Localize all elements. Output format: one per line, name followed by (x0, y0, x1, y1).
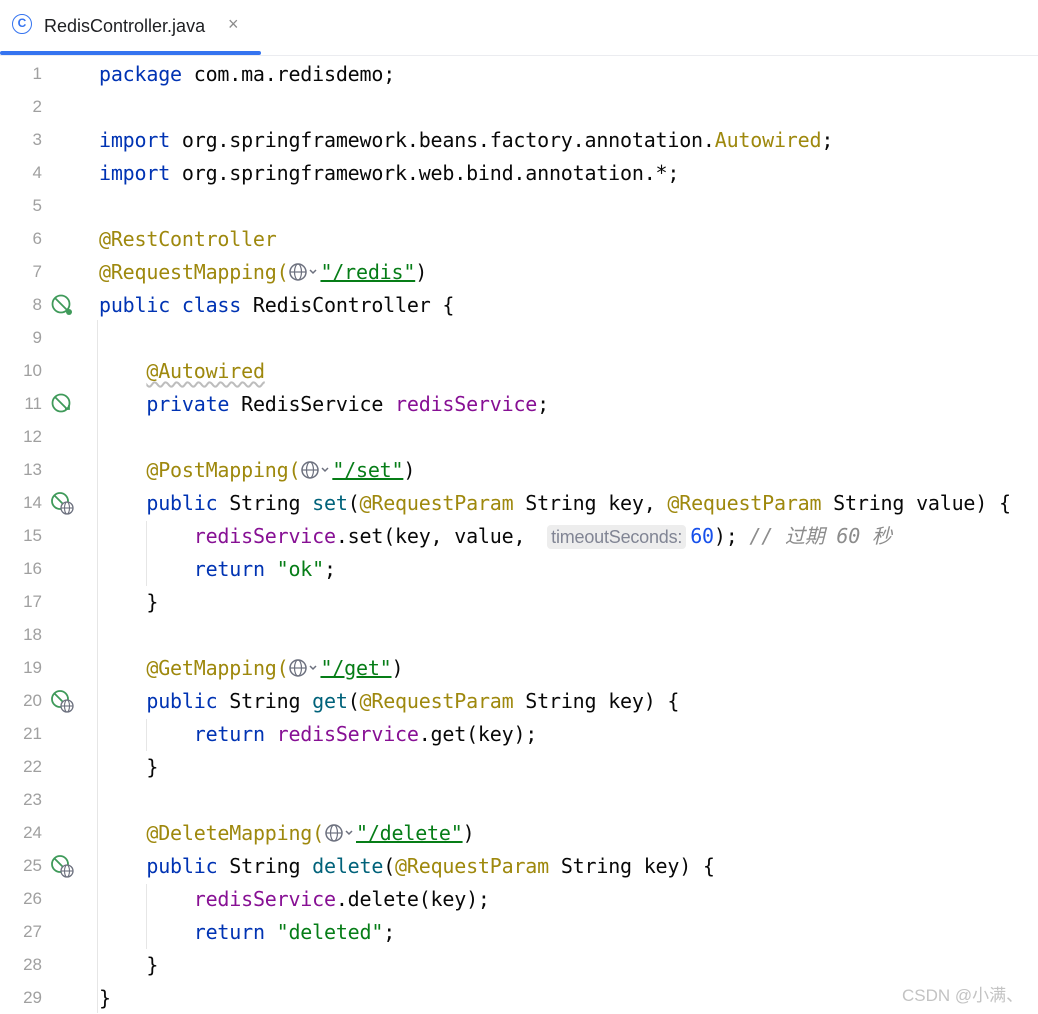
line-number: 8 (32, 295, 42, 314)
code-text: return redisService.get(key); (193, 722, 538, 746)
code-line: 1 package com.ma.redisdemo; (0, 57, 1038, 90)
code-line: 15 redisService.set(key, value, timeoutS… (0, 519, 1038, 552)
line-number: 2 (32, 97, 42, 116)
code-line: 2 (0, 90, 1038, 123)
code-line: 26 redisService.delete(key); (0, 882, 1038, 915)
code-line: 28 } (0, 948, 1038, 981)
endpoint-globe-icon[interactable] (50, 854, 74, 878)
line-number: 23 (23, 790, 42, 809)
line-number: 25 (23, 856, 42, 875)
code-line: 24 @DeleteMapping("/delete") (0, 816, 1038, 849)
code-editor[interactable]: 1 package com.ma.redisdemo; 2 3 import o… (0, 57, 1038, 1014)
globe-dropdown-icon[interactable] (288, 261, 320, 283)
line-number: 9 (32, 328, 42, 347)
code-line: 25 public String delete(@RequestParam St… (0, 849, 1038, 882)
line-number: 24 (23, 823, 42, 842)
tab-title: RedisController.java (44, 16, 206, 36)
parameter-hint: timeoutSeconds: (547, 525, 687, 549)
line-number: 7 (32, 262, 42, 281)
code-text: @DeleteMapping("/delete") (146, 821, 475, 845)
code-line: 29 } (0, 981, 1038, 1014)
code-line: 18 (0, 618, 1038, 651)
code-line: 11 private RedisService redisService; (0, 387, 1038, 420)
line-number: 27 (23, 922, 42, 941)
code-text: import org.springframework.beans.factory… (99, 128, 834, 152)
code-line: 17 } (0, 585, 1038, 618)
code-line: 10 @Autowired (0, 354, 1038, 387)
line-number: 20 (23, 691, 42, 710)
code-text: private RedisService redisService; (146, 392, 549, 416)
code-line: 14 public String set(@RequestParam Strin… (0, 486, 1038, 519)
code-text: @GetMapping("/get") (146, 656, 404, 680)
code-text: package com.ma.redisdemo; (99, 62, 396, 86)
code-text: @RestController (99, 227, 277, 251)
code-text: } (146, 590, 159, 614)
spring-autowired-icon[interactable] (50, 392, 74, 416)
endpoint-globe-icon[interactable] (50, 491, 74, 515)
line-number: 4 (32, 163, 42, 182)
line-number: 1 (32, 64, 42, 83)
active-tab-indicator (0, 51, 261, 55)
line-number: 16 (23, 559, 42, 578)
code-text: public class RedisController { (99, 293, 455, 317)
endpoint-globe-icon[interactable] (50, 689, 74, 713)
code-line: 16 return "ok"; (0, 552, 1038, 585)
line-number: 15 (23, 526, 42, 545)
editor-tab-bar: C RedisController.java × (0, 0, 1038, 56)
line-number: 28 (23, 955, 42, 974)
code-line: 20 public String get(@RequestParam Strin… (0, 684, 1038, 717)
code-line: 21 return redisService.get(key); (0, 717, 1038, 750)
code-line: 27 return "deleted"; (0, 915, 1038, 948)
line-number: 22 (23, 757, 42, 776)
code-line: 3 import org.springframework.beans.facto… (0, 123, 1038, 156)
line-number: 26 (23, 889, 42, 908)
spring-bean-icon[interactable] (50, 293, 74, 317)
code-text: redisService.delete(key); (193, 887, 490, 911)
code-line: 4 import org.springframework.web.bind.an… (0, 156, 1038, 189)
code-line: 9 (0, 321, 1038, 354)
code-text: } (146, 953, 159, 977)
code-text: redisService.set(key, value, timeoutSeco… (193, 524, 892, 549)
code-text: @RequestMapping("/redis") (99, 260, 428, 284)
globe-dropdown-icon[interactable] (300, 459, 332, 481)
code-line: 13 @PostMapping("/set") (0, 453, 1038, 486)
line-number: 6 (32, 229, 42, 248)
line-number: 5 (32, 196, 42, 215)
line-number: 14 (23, 493, 42, 512)
globe-dropdown-icon[interactable] (288, 657, 320, 679)
code-line: 23 (0, 783, 1038, 816)
line-number: 21 (23, 724, 42, 743)
globe-dropdown-icon[interactable] (324, 822, 356, 844)
line-number: 10 (23, 361, 42, 380)
code-text: } (146, 755, 159, 779)
code-line: 22 } (0, 750, 1038, 783)
code-line: 7 @RequestMapping("/redis") (0, 255, 1038, 288)
line-number: 18 (23, 625, 42, 644)
java-class-icon: C (12, 14, 32, 34)
line-number: 17 (23, 592, 42, 611)
line-number: 19 (23, 658, 42, 677)
code-text: } (99, 986, 111, 1010)
code-line: 6 @RestController (0, 222, 1038, 255)
code-text: return "deleted"; (193, 920, 396, 944)
code-text: @PostMapping("/set") (146, 458, 416, 482)
line-number: 3 (32, 130, 42, 149)
code-line: 19 @GetMapping("/get") (0, 651, 1038, 684)
close-icon[interactable]: × (228, 12, 239, 36)
code-text: public String get(@RequestParam String k… (146, 689, 680, 713)
line-number: 12 (23, 427, 42, 446)
line-number: 11 (24, 394, 42, 413)
code-line: 12 (0, 420, 1038, 453)
watermark: CSDN @小满、 (902, 986, 1024, 1005)
code-text: @Autowired (146, 359, 265, 383)
code-text: return "ok"; (193, 557, 336, 581)
tab-redis-controller[interactable]: C RedisController.java × (0, 0, 261, 56)
line-number: 29 (23, 988, 42, 1007)
code-line: 5 (0, 189, 1038, 222)
code-text: public String delete(@RequestParam Strin… (146, 854, 715, 878)
code-text: public String set(@RequestParam String k… (146, 491, 1011, 515)
code-text: import org.springframework.web.bind.anno… (99, 161, 680, 185)
code-line: 8 public class RedisController { (0, 288, 1038, 321)
line-number: 13 (23, 460, 42, 479)
